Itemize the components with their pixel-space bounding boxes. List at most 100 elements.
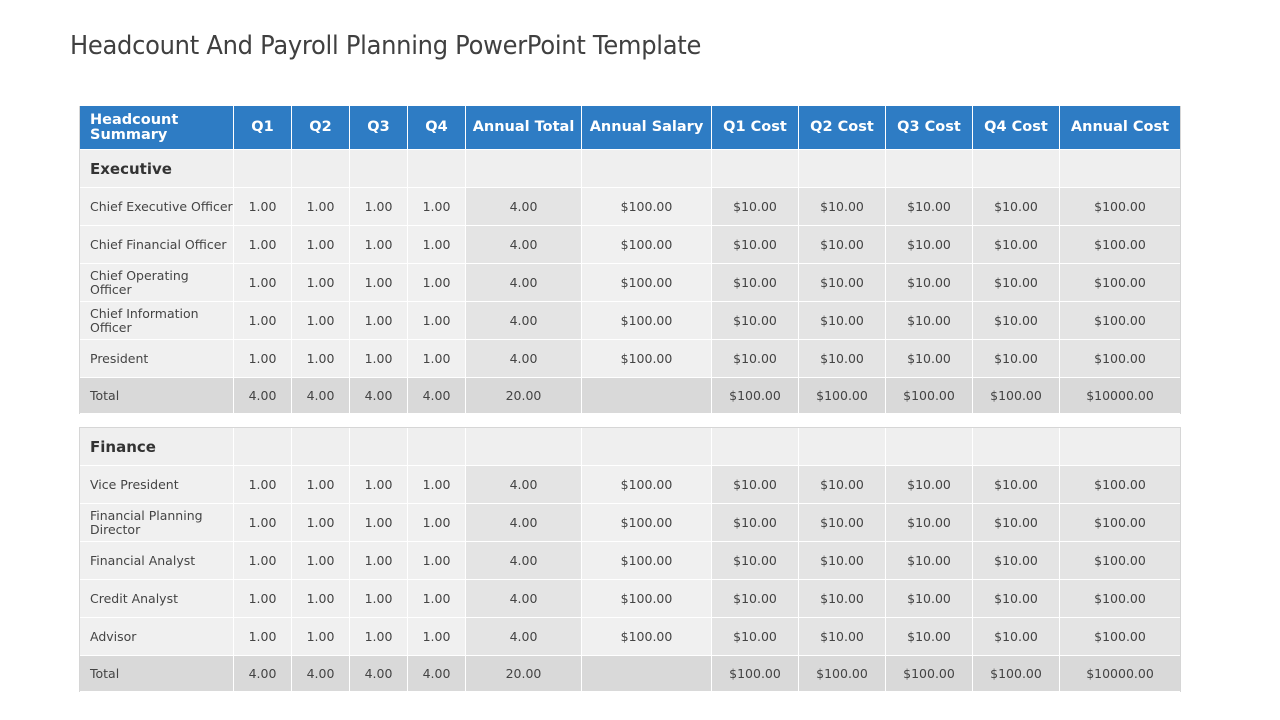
total-q2-cost: $100.00 — [799, 656, 886, 692]
empty-cell — [582, 150, 712, 188]
total-annual-total: 20.00 — [466, 378, 582, 414]
cell-q1: 1.00 — [234, 226, 292, 264]
cell-q4-cost: $10.00 — [973, 264, 1060, 302]
cell-q3: 1.00 — [350, 302, 408, 340]
table-row: Financial Planning Director 1.00 1.00 1.00 1… — [80, 504, 1180, 542]
total-q1: 4.00 — [234, 378, 292, 414]
cell-q4-cost: $10.00 — [973, 226, 1060, 264]
role-name: Advisor — [80, 618, 234, 656]
cell-annual-salary: $100.00 — [582, 466, 712, 504]
table-header-row: Headcount Summary Q1 Q2 Q3 Q4 Annual Tot… — [80, 106, 1180, 150]
cell-q2-cost: $10.00 — [799, 188, 886, 226]
cell-q3: 1.00 — [350, 542, 408, 580]
cell-q3: 1.00 — [350, 188, 408, 226]
empty-cell — [466, 150, 582, 188]
cell-q1-cost: $10.00 — [712, 580, 799, 618]
cell-annual-total: 4.00 — [466, 466, 582, 504]
cell-q1-cost: $10.00 — [712, 264, 799, 302]
cell-annual-cost: $100.00 — [1060, 340, 1180, 378]
header-annual-cost: Annual Cost — [1060, 106, 1180, 150]
cell-annual-total: 4.00 — [466, 618, 582, 656]
total-q3: 4.00 — [350, 656, 408, 692]
total-q4: 4.00 — [408, 656, 466, 692]
empty-cell — [799, 428, 886, 466]
cell-q2: 1.00 — [292, 264, 350, 302]
cell-q4-cost: $10.00 — [973, 302, 1060, 340]
cell-q2: 1.00 — [292, 466, 350, 504]
cell-q1: 1.00 — [234, 340, 292, 378]
empty-cell — [350, 428, 408, 466]
cell-q3-cost: $10.00 — [886, 580, 973, 618]
total-row: Total 4.00 4.00 4.00 4.00 20.00 $100.00 $100.00… — [80, 656, 1180, 692]
cell-q1-cost: $10.00 — [712, 340, 799, 378]
cell-q1-cost: $10.00 — [712, 226, 799, 264]
header-q1: Q1 — [234, 106, 292, 150]
cell-q4: 1.00 — [408, 504, 466, 542]
cell-annual-total: 4.00 — [466, 188, 582, 226]
cell-q2: 1.00 — [292, 542, 350, 580]
cell-annual-cost: $100.00 — [1060, 264, 1180, 302]
cell-q4: 1.00 — [408, 580, 466, 618]
empty-cell — [292, 428, 350, 466]
cell-q2-cost: $10.00 — [799, 542, 886, 580]
empty-cell — [886, 428, 973, 466]
cell-q1-cost: $10.00 — [712, 466, 799, 504]
cell-q3-cost: $10.00 — [886, 618, 973, 656]
empty-cell — [973, 150, 1060, 188]
cell-q3: 1.00 — [350, 340, 408, 378]
cell-annual-total: 4.00 — [466, 302, 582, 340]
empty-cell — [234, 428, 292, 466]
cell-q2: 1.00 — [292, 580, 350, 618]
executive-table: Headcount Summary Q1 Q2 Q3 Q4 Annual Tot… — [79, 106, 1181, 414]
cell-q3-cost: $10.00 — [886, 264, 973, 302]
section-title: Finance — [80, 428, 234, 466]
cell-annual-total: 4.00 — [466, 580, 582, 618]
cell-annual-cost: $100.00 — [1060, 226, 1180, 264]
cell-q1: 1.00 — [234, 466, 292, 504]
role-name: Credit Analyst — [80, 580, 234, 618]
cell-annual-cost: $100.00 — [1060, 466, 1180, 504]
total-q1: 4.00 — [234, 656, 292, 692]
cell-annual-salary: $100.00 — [582, 340, 712, 378]
total-q2: 4.00 — [292, 656, 350, 692]
header-q1-cost: Q1 Cost — [712, 106, 799, 150]
total-annual-salary — [582, 378, 712, 414]
cell-q1-cost: $10.00 — [712, 188, 799, 226]
cell-q2: 1.00 — [292, 188, 350, 226]
cell-annual-cost: $100.00 — [1060, 302, 1180, 340]
table-row: Credit Analyst 1.00 1.00 1.00 1.00 4.00 $100.0… — [80, 580, 1180, 618]
role-name: Financial Planning Director — [80, 504, 234, 542]
cell-q2-cost: $10.00 — [799, 504, 886, 542]
empty-cell — [973, 428, 1060, 466]
header-q3-cost: Q3 Cost — [886, 106, 973, 150]
cell-q1: 1.00 — [234, 188, 292, 226]
header-q3: Q3 — [350, 106, 408, 150]
cell-q2: 1.00 — [292, 340, 350, 378]
cell-q4: 1.00 — [408, 188, 466, 226]
cell-q2-cost: $10.00 — [799, 264, 886, 302]
table-row: Chief Information Officer 1.00 1.00 1.00 1.0… — [80, 302, 1180, 340]
cell-q3: 1.00 — [350, 580, 408, 618]
role-name: Chief Information Officer — [80, 302, 234, 340]
role-name: Chief Executive Officer — [80, 188, 234, 226]
cell-q4-cost: $10.00 — [973, 504, 1060, 542]
total-q2: 4.00 — [292, 378, 350, 414]
role-name: Vice President — [80, 466, 234, 504]
cell-q1-cost: $10.00 — [712, 504, 799, 542]
cell-q2-cost: $10.00 — [799, 466, 886, 504]
cell-annual-salary: $100.00 — [582, 580, 712, 618]
cell-q1: 1.00 — [234, 580, 292, 618]
cell-q2-cost: $10.00 — [799, 580, 886, 618]
total-q4-cost: $100.00 — [973, 378, 1060, 414]
cell-annual-salary: $100.00 — [582, 302, 712, 340]
cell-q3-cost: $10.00 — [886, 226, 973, 264]
empty-cell — [712, 150, 799, 188]
cell-q4: 1.00 — [408, 264, 466, 302]
empty-cell — [1060, 150, 1180, 188]
cell-q4-cost: $10.00 — [973, 466, 1060, 504]
cell-q3-cost: $10.00 — [886, 302, 973, 340]
empty-cell — [1060, 428, 1180, 466]
cell-annual-salary: $100.00 — [582, 264, 712, 302]
finance-table: Finance Vice President 1.00 1.00 1.00 1.00 4.0… — [79, 427, 1181, 692]
cell-q4: 1.00 — [408, 226, 466, 264]
